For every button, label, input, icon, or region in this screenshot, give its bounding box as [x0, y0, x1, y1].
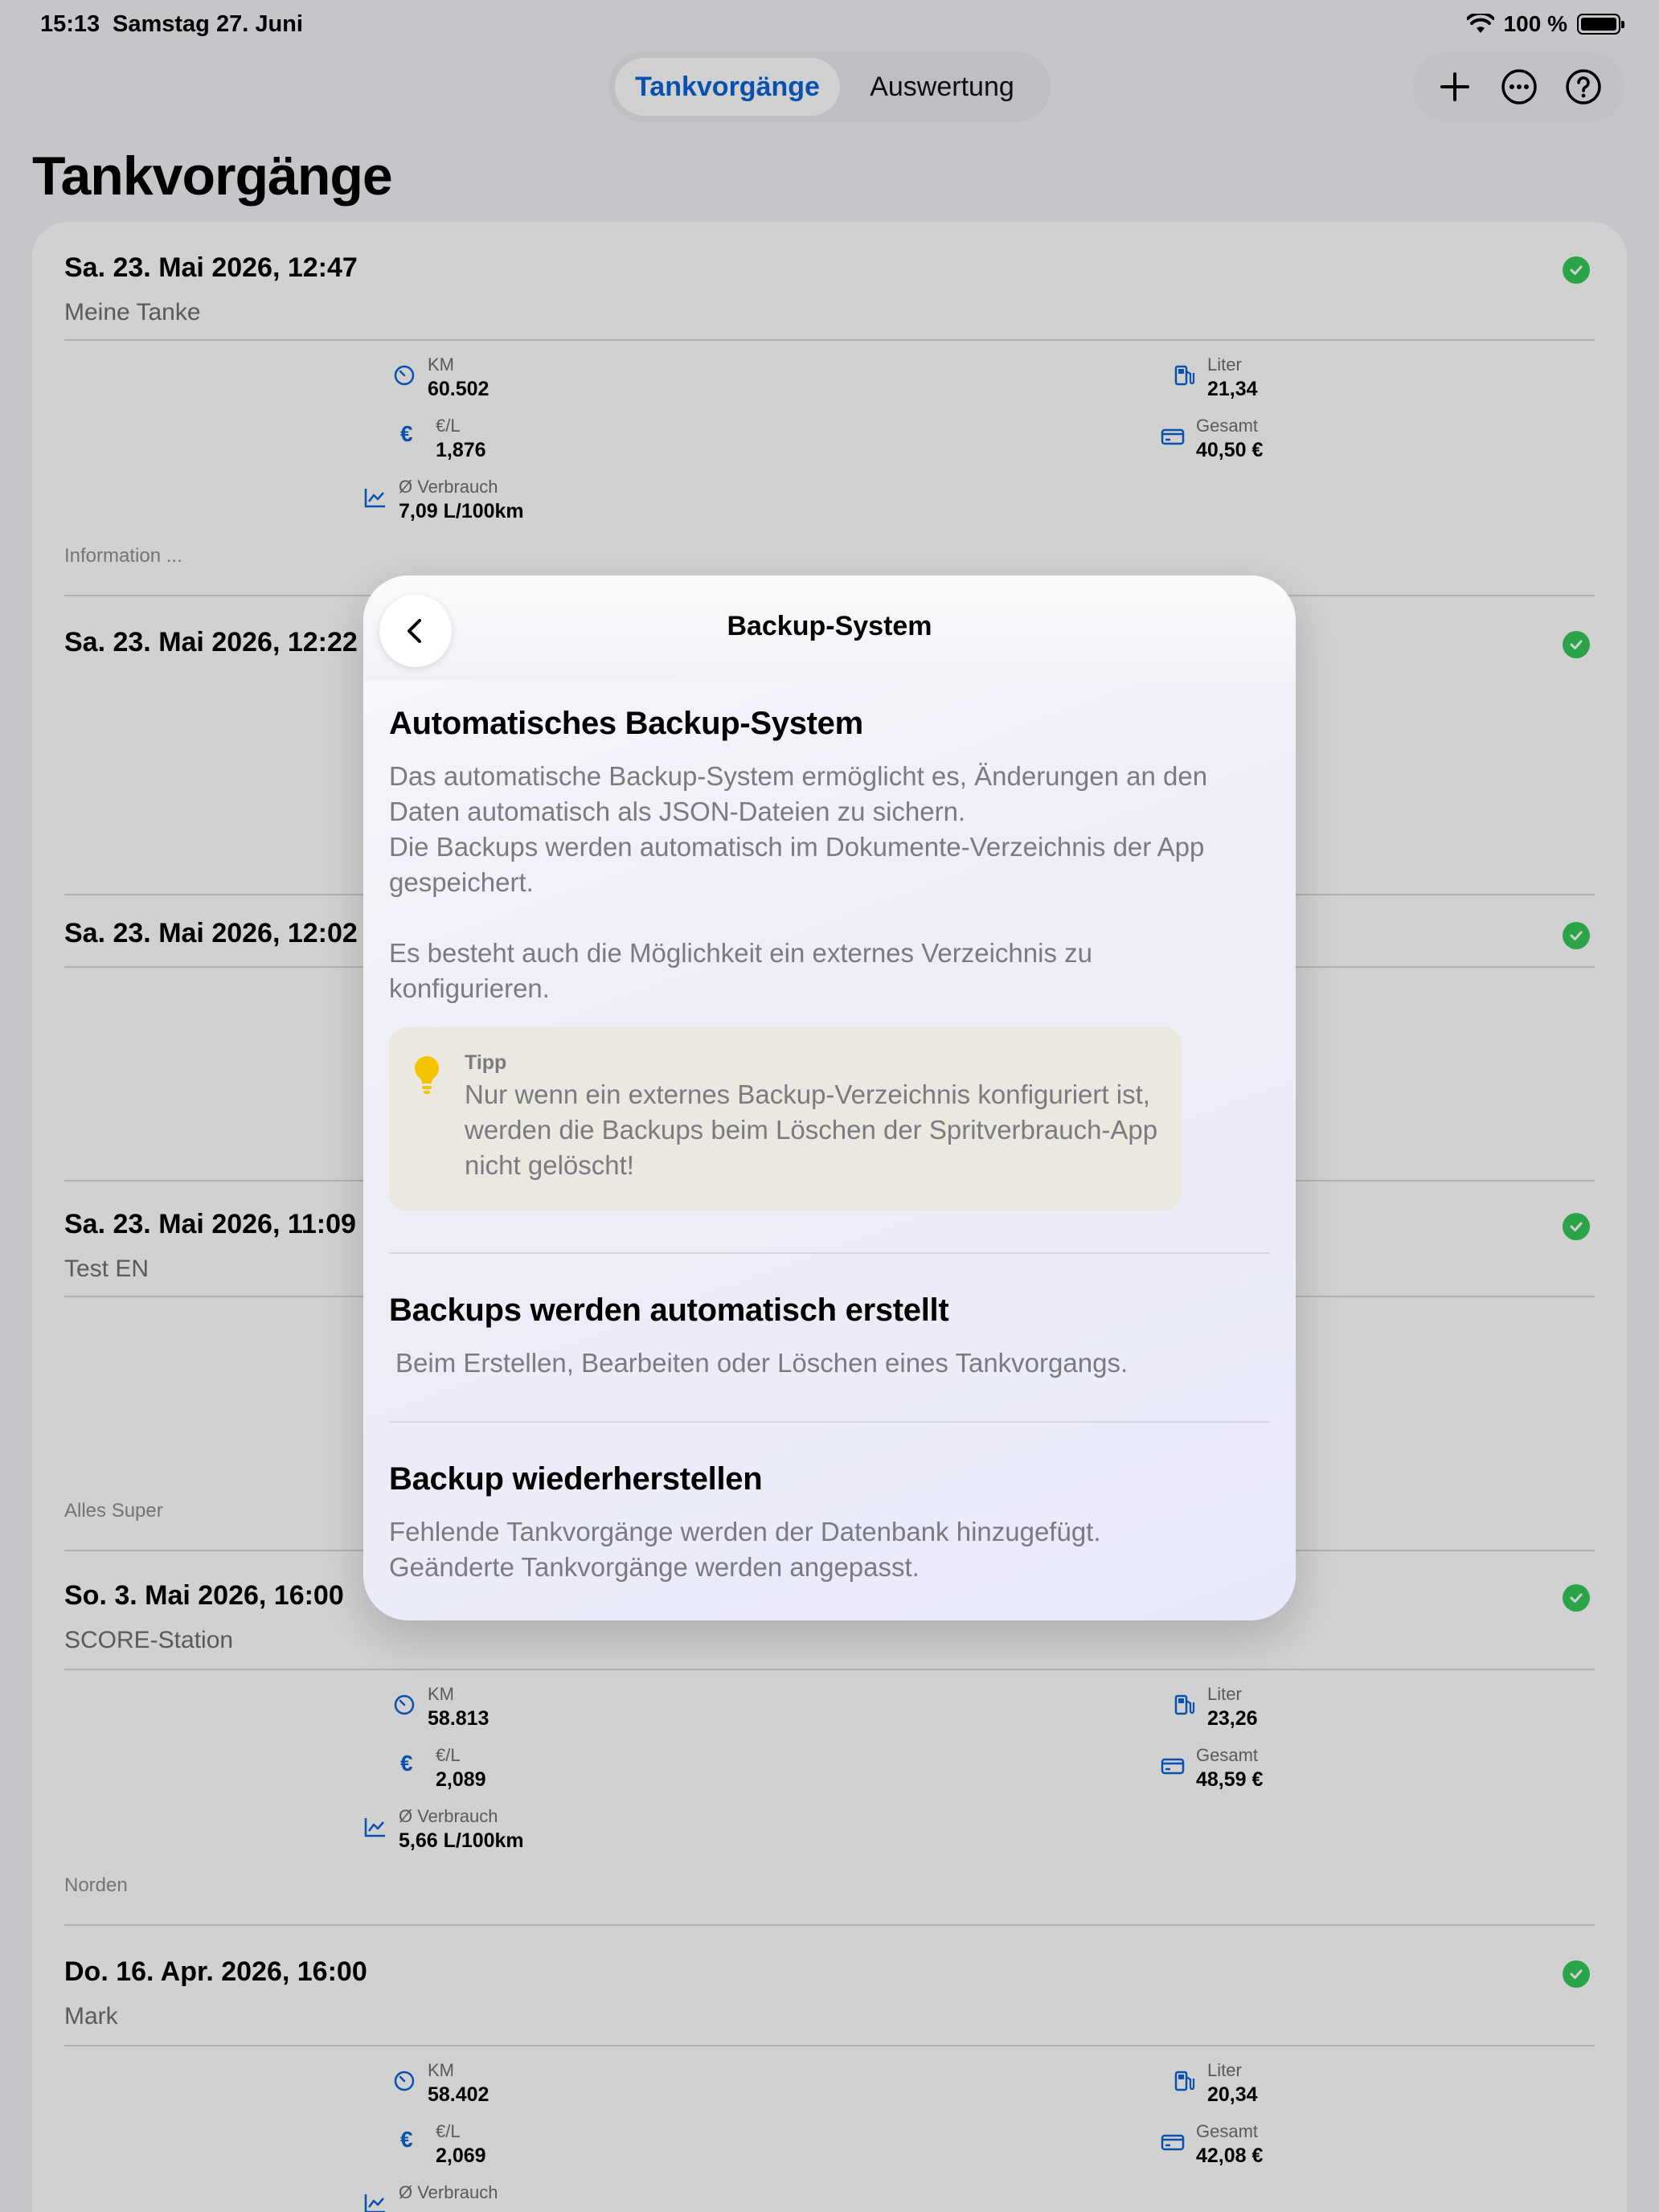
- section-text: Geänderte Tankvorgänge werden angepasst.: [389, 1552, 920, 1582]
- section-heading: Backup wiederherstellen: [389, 1461, 763, 1497]
- tip-label: Tipp: [465, 1051, 507, 1074]
- backup-info-sheet: Backup-System Automatisches Backup-Syste…: [363, 576, 1296, 1620]
- tip-text: Nur wenn ein externes Backup-Verzeichnis…: [465, 1079, 1158, 1180]
- section-text: Die Backups werden automatisch im Dokume…: [389, 832, 1205, 897]
- lightbulb-icon: [415, 1056, 439, 1094]
- section-heading: Backups werden automatisch erstellt: [389, 1292, 949, 1328]
- sheet-title: Backup-System: [727, 611, 932, 641]
- tip-box: Tipp Nur wenn ein externes Backup-Verzei…: [389, 1027, 1182, 1210]
- divider: [389, 1421, 1270, 1423]
- section-text: Beim Erstellen, Bearbeiten oder Löschen …: [395, 1348, 1129, 1378]
- section-text: Es besteht auch die Möglichkeit ein exte…: [389, 938, 1092, 1003]
- section-text: Das automatische Backup-System ermöglich…: [389, 761, 1208, 826]
- section-heading: Automatisches Backup-System: [389, 706, 863, 741]
- section-text: Fehlende Tankvorgänge werden der Datenba…: [389, 1517, 1101, 1546]
- divider: [389, 1252, 1270, 1254]
